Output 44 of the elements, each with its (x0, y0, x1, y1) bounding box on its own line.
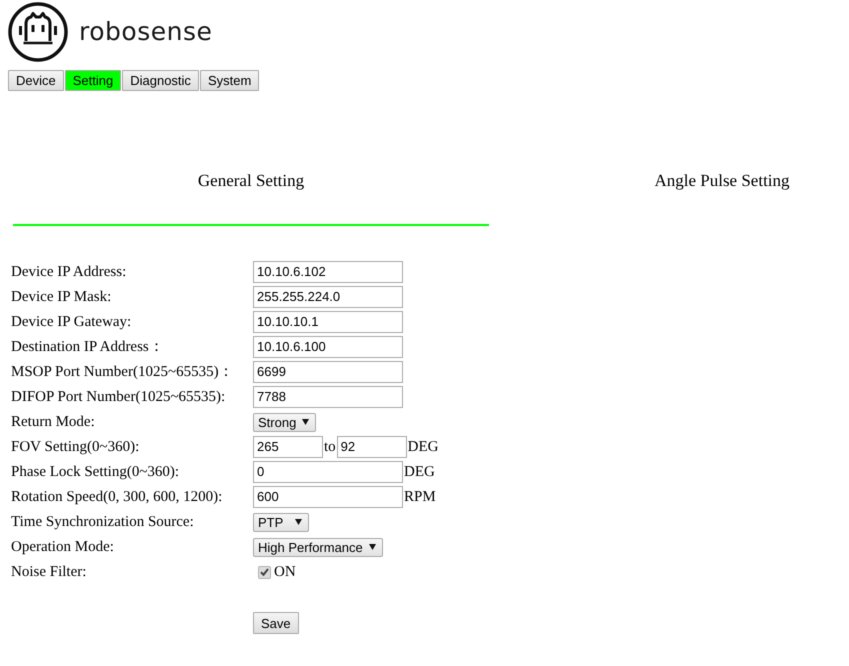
nav-tab[interactable]: Device (8, 70, 64, 91)
nav-tab[interactable]: Setting (64, 70, 122, 91)
checkbox[interactable] (258, 566, 271, 578)
field-label: MSOP Port Number(1025~65535)： (11, 363, 235, 382)
range-joiner: to (323, 438, 337, 457)
dropdown[interactable]: PTP (253, 512, 309, 532)
save-button[interactable]: Save (253, 612, 299, 634)
logo-text: robosense (79, 17, 212, 47)
dropdown[interactable]: Strong (253, 412, 316, 432)
unit-label: DEG (408, 438, 438, 457)
unit-label: DEG (404, 463, 435, 482)
robot-logo-icon (8, 2, 68, 62)
field-label: Device IP Gateway: (11, 313, 132, 332)
checkbox-label: ON (274, 563, 296, 582)
input-field[interactable]: 7788 (253, 386, 403, 408)
caret-icon (368, 544, 376, 550)
section-tab[interactable]: Angle Pulse Setting (602, 163, 842, 226)
field-label: Noise Filter: (11, 563, 88, 582)
field-label: Rotation Speed(0, 300, 600, 1200): (11, 488, 224, 507)
field-label: Time Synchronization Source: (11, 513, 195, 532)
caret-icon (295, 519, 302, 525)
input-field[interactable]: 92 (336, 436, 407, 458)
field-label: Device IP Address: (11, 263, 128, 282)
input-field[interactable]: 0 (253, 461, 403, 483)
input-field[interactable]: 10.10.6.102 (253, 261, 403, 283)
field-label: Device IP Mask: (11, 288, 112, 307)
nav-tab[interactable]: Diagnostic (122, 70, 199, 91)
dropdown[interactable]: High Performance (253, 538, 383, 556)
input-field[interactable]: 600 (253, 486, 403, 508)
caret-icon (302, 419, 310, 425)
input-field[interactable]: 6699 (253, 361, 403, 383)
input-field[interactable]: 265 (253, 436, 323, 458)
field-label: Destination IP Address： (11, 338, 165, 357)
unit-label: RPM (404, 488, 436, 507)
field-label: Return Mode: (11, 413, 96, 432)
input-field[interactable]: 10.10.6.100 (253, 336, 403, 358)
input-field[interactable]: 255.255.224.0 (253, 286, 403, 308)
field-label: FOV Setting(0~360): (11, 438, 140, 457)
section-tab[interactable]: General Setting (13, 163, 489, 226)
field-label: Phase Lock Setting(0~360): (11, 463, 180, 482)
nav-tab[interactable]: System (200, 70, 260, 91)
field-label: Operation Mode: (11, 538, 115, 557)
field-label: DIFOP Port Number(1025~65535): (11, 388, 226, 407)
input-field[interactable]: 10.10.10.1 (253, 311, 403, 333)
